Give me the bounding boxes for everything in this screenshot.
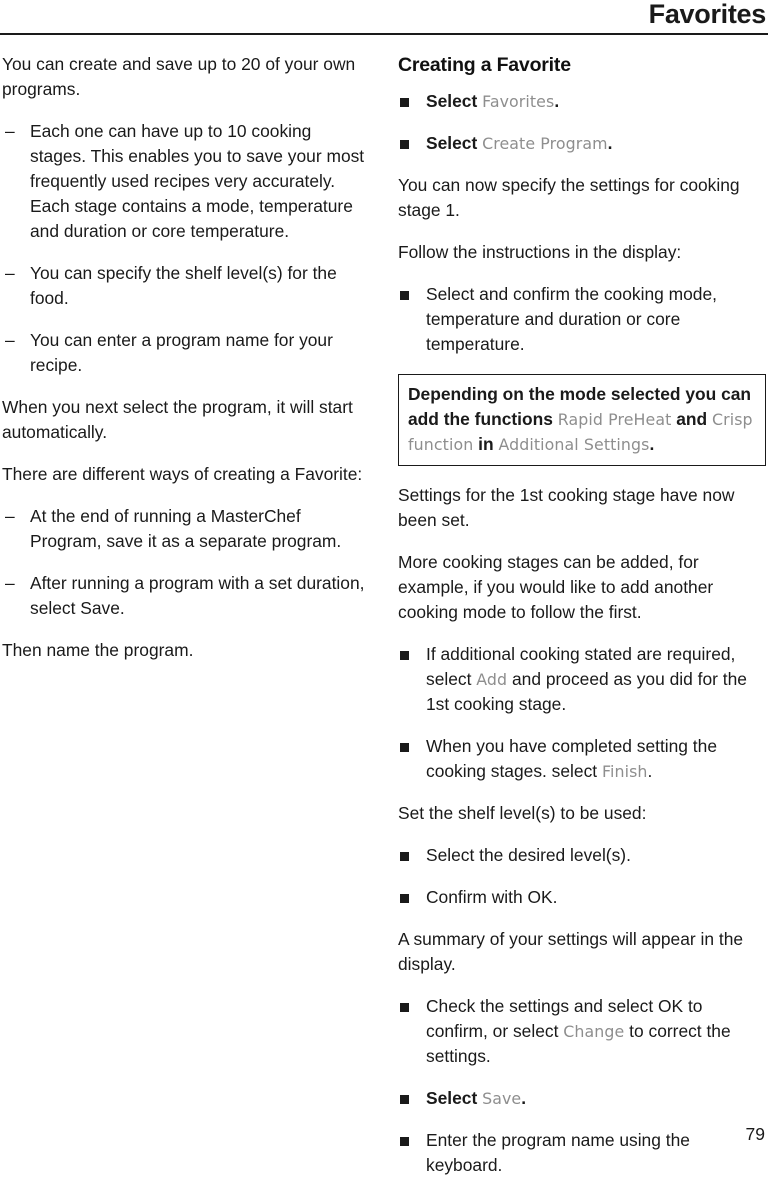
page-title: Favorites (648, 0, 767, 29)
square-bullet-icon (400, 140, 409, 149)
list-item-text: At the end of running a MasterChef Progr… (30, 506, 342, 551)
list-item: Select Save. (398, 1086, 766, 1111)
square-bullet-icon (400, 651, 409, 660)
square-bullet-icon (400, 98, 409, 107)
list-item: Confirm with OK. (398, 885, 766, 910)
list-item-text: Select (426, 91, 483, 111)
display-term: Save (482, 1089, 522, 1108)
list-item-text: You can enter a program name for your re… (30, 330, 333, 375)
square-bullet-icon (400, 743, 409, 752)
list-item: – Each one can have up to 10 cooking sta… (2, 119, 370, 244)
note-box: Depending on the mode selected you can a… (398, 374, 766, 466)
note-part-4: . (649, 434, 655, 454)
list-item-text: Select and confirm the cooking mode, tem… (426, 284, 717, 354)
page-header: Favorites (0, 0, 768, 34)
list-item: Check the settings and select OK to conf… (398, 994, 766, 1069)
list-item: – After running a program with a set dur… (2, 571, 370, 621)
square-bullet-icon (400, 1137, 409, 1146)
dash-bullet-icon: – (5, 121, 15, 141)
dash-bullet-icon: – (5, 330, 15, 350)
list-item: – You can enter a program name for your … (2, 328, 370, 378)
list-item: – At the end of running a MasterChef Pro… (2, 504, 370, 554)
ways-to-create-paragraph: There are different ways of creating a F… (2, 464, 363, 484)
list-item-text: You can specify the shelf level(s) for t… (30, 263, 337, 308)
note-box-text: Depending on the mode selected you can a… (408, 382, 756, 457)
dash-bullet-icon: – (5, 573, 15, 593)
summary-paragraph: A summary of your settings will appear i… (398, 929, 744, 974)
list-item-text: When you have completed setting the cook… (426, 736, 717, 781)
display-term: Create Program (482, 134, 608, 153)
list-item-text: Select the desired level(s). (426, 845, 631, 865)
list-item-text-tail: . (607, 133, 613, 153)
square-bullet-icon (400, 894, 409, 903)
list-item-text-tail: . (647, 761, 653, 781)
list-item: Select Favorites. (398, 89, 766, 114)
dash-bullet-icon: – (5, 263, 15, 283)
dash-bullet-icon: – (5, 506, 15, 526)
list-item-text: Confirm with OK. (426, 887, 558, 907)
page-number: 79 (745, 1124, 765, 1144)
intro-paragraph: You can create and save up to 20 of your… (2, 54, 356, 99)
right-column: Creating a Favorite Select Favorites. Se… (398, 52, 766, 1195)
list-item-text-tail: . (554, 91, 560, 111)
list-item-text-tail: . (521, 1088, 527, 1108)
display-term: Additional Settings (498, 435, 650, 454)
note-part-2: and (671, 409, 713, 429)
set-shelf-paragraph: Set the shelf level(s) to be used: (398, 803, 647, 823)
square-bullet-icon (400, 1003, 409, 1012)
note-part-3: in (473, 434, 499, 454)
content-columns: You can create and save up to 20 of your… (0, 52, 768, 1195)
auto-start-paragraph: When you next select the program, it wil… (2, 397, 353, 442)
list-item: Select Create Program. (398, 131, 766, 156)
display-term: Rapid PreHeat (557, 410, 672, 429)
list-item: – You can specify the shelf level(s) for… (2, 261, 370, 311)
display-term: Change (563, 1022, 625, 1041)
list-item: Enter the program name using the keyboar… (398, 1128, 766, 1178)
display-term: Add (476, 670, 508, 689)
more-stages-paragraph: More cooking stages can be added, for ex… (398, 552, 714, 622)
list-item: Select the desired level(s). (398, 843, 766, 868)
display-term: Favorites (482, 92, 555, 111)
square-bullet-icon (400, 1095, 409, 1104)
list-item-text: After running a program with a set durat… (30, 573, 365, 618)
display-term: Finish (601, 762, 648, 781)
left-column: You can create and save up to 20 of your… (2, 52, 370, 680)
list-item-text: Select (426, 133, 483, 153)
stage1-set-paragraph: Settings for the 1st cooking stage have … (398, 485, 735, 530)
follow-instructions-paragraph: Follow the instructions in the display: (398, 242, 682, 262)
list-item: If additional cooking stated are require… (398, 642, 766, 717)
list-item-text: Enter the program name using the keyboar… (426, 1130, 690, 1175)
header-divider (0, 33, 768, 35)
list-item: Select and confirm the cooking mode, tem… (398, 282, 766, 357)
section-heading: Creating a Favorite (398, 54, 571, 76)
list-item-text: Select (426, 1088, 483, 1108)
square-bullet-icon (400, 852, 409, 861)
square-bullet-icon (400, 291, 409, 300)
list-item: When you have completed setting the cook… (398, 734, 766, 784)
specify-stage1-paragraph: You can now specify the settings for coo… (398, 175, 740, 220)
list-item-text: Each one can have up to 10 cooking stage… (30, 121, 365, 241)
then-name-paragraph: Then name the program. (2, 640, 194, 660)
